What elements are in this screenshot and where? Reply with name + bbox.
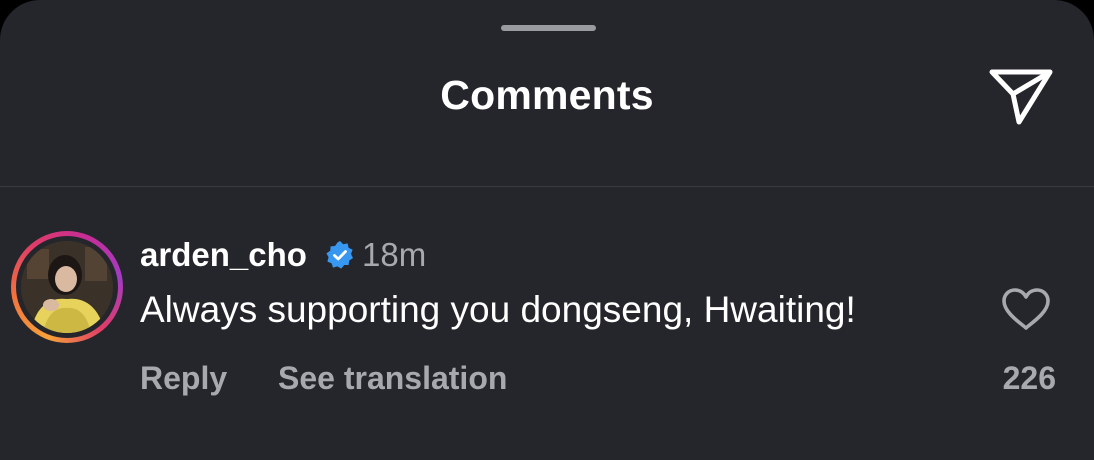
avatar[interactable] (11, 231, 123, 343)
like-button[interactable] (1000, 286, 1052, 332)
like-count: 226 (1002, 360, 1056, 396)
comment-text: Always supporting you dongseng, Hwaiting… (140, 289, 856, 330)
drag-handle[interactable] (501, 25, 596, 31)
comments-sheet: Comments arden_cho 18m Always supporting… (0, 0, 1094, 460)
comment-username[interactable]: arden_cho (140, 233, 307, 277)
avatar-image (21, 241, 113, 333)
verified-badge-icon (326, 241, 353, 269)
comment-timestamp: 18m (362, 236, 427, 273)
page-title: Comments (440, 72, 654, 118)
send-icon (989, 69, 1053, 125)
see-translation-button[interactable]: See translation (278, 357, 507, 399)
header-divider (0, 186, 1094, 187)
share-button[interactable] (986, 64, 1056, 128)
profile-photo-icon (21, 241, 113, 333)
reply-button[interactable]: Reply (140, 357, 227, 399)
heart-outline-icon (1002, 288, 1050, 330)
